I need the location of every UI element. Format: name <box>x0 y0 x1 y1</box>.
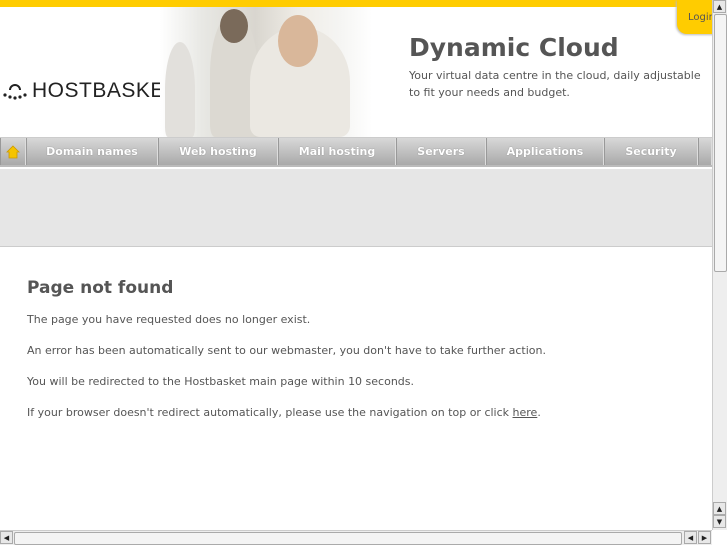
horizontal-scroll-thumb[interactable] <box>14 532 682 545</box>
page-banner-subtitle: Your virtual data centre in the cloud, d… <box>409 69 701 99</box>
here-link[interactable]: here <box>513 406 538 419</box>
logo[interactable]: HOSTBASKET <box>2 79 178 103</box>
scroll-up-icon[interactable]: ▲ <box>713 0 726 13</box>
redirect-notice: You will be redirected to the Hostbasket… <box>27 375 415 388</box>
header: HOSTBASKET Dynamic Cloud Your virtual da… <box>0 7 712 137</box>
horizontal-scrollbar[interactable]: ◀ ◀ ▶ <box>0 530 712 545</box>
manual-redirect-notice: If your browser doesn't redirect automat… <box>27 405 707 421</box>
nav-home[interactable] <box>0 138 26 165</box>
error-heading: Page not found <box>27 278 174 298</box>
main-nav: Domain names Web hosting Mail hosting Se… <box>0 137 712 167</box>
content: Page not found The page you have request… <box>27 278 707 436</box>
scroll-left-icon[interactable]: ◀ <box>0 531 13 544</box>
nav-servers[interactable]: Servers <box>396 138 486 165</box>
basket-logo-icon <box>3 84 27 100</box>
login-tab[interactable]: Login <box>677 0 717 34</box>
manual-redirect-text: If your browser doesn't redirect automat… <box>27 406 513 419</box>
error-message: The page you have requested does no long… <box>27 313 311 326</box>
header-photo <box>160 7 372 137</box>
top-accent-bar <box>0 0 712 7</box>
scroll-up-bottom-icon[interactable]: ▲ <box>713 502 726 515</box>
gray-band <box>0 169 712 247</box>
scroll-right-icon[interactable]: ▶ <box>698 531 711 544</box>
nav-applications[interactable]: Applications <box>486 138 604 165</box>
page-banner-title: Dynamic Cloud <box>409 33 619 62</box>
nav-domain-names[interactable]: Domain names <box>26 138 158 165</box>
home-icon <box>6 144 20 158</box>
nav-security[interactable]: Security <box>604 138 698 165</box>
scroll-left-end-icon[interactable]: ◀ <box>684 531 697 544</box>
vertical-scroll-thumb[interactable] <box>714 14 727 272</box>
nav-web-hosting[interactable]: Web hosting <box>158 138 278 165</box>
scroll-down-icon[interactable]: ▼ <box>713 515 726 528</box>
period: . <box>537 406 541 419</box>
vertical-scrollbar[interactable]: ▲ ▲ ▼ <box>712 0 727 530</box>
logo-text: HOSTBASKET <box>32 79 179 102</box>
nav-more[interactable] <box>698 138 712 165</box>
nav-mail-hosting[interactable]: Mail hosting <box>278 138 396 165</box>
webmaster-notice: An error has been automatically sent to … <box>27 344 546 357</box>
